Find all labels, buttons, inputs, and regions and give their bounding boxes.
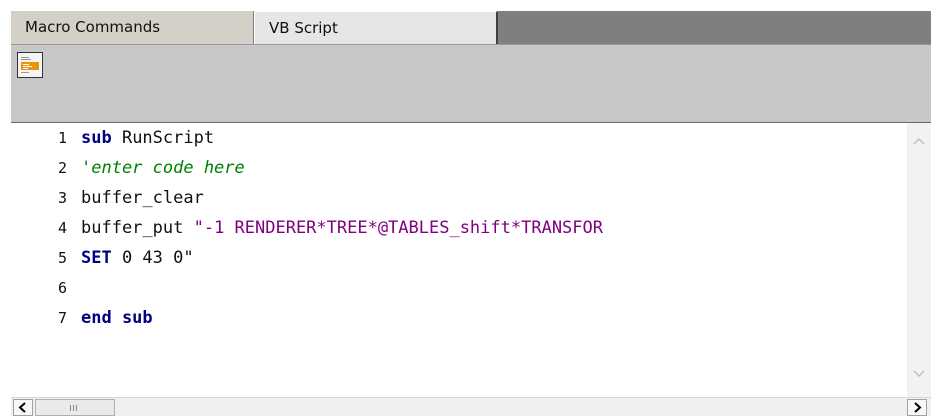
code-token: buffer_put	[81, 218, 194, 238]
tab-strip: Macro Commands VB Script	[11, 11, 931, 44]
chevron-right-icon	[914, 402, 922, 413]
scroll-left-button[interactable]	[13, 399, 33, 416]
horizontal-scrollbar[interactable]	[11, 397, 931, 416]
line-number: 7	[57, 309, 67, 327]
script-editor-panel: Macro Commands VB Script 1 2 3 4 5 6 7 s…	[11, 11, 931, 416]
code-line: end sub	[81, 303, 153, 333]
code-text-area[interactable]: sub RunScript 'enter code here buffer_cl…	[81, 123, 903, 397]
keyword-token: end sub	[81, 308, 153, 328]
scroll-up-button[interactable]	[907, 129, 931, 153]
keyword-token: SET	[81, 248, 112, 268]
chevron-up-icon	[913, 137, 925, 145]
code-line: 'enter code here	[81, 153, 245, 183]
code-line: SET 0 43 0"	[81, 243, 194, 273]
code-line: buffer_clear	[81, 183, 204, 213]
tab-vb-script[interactable]: VB Script	[254, 11, 498, 44]
line-number: 4	[57, 219, 67, 237]
line-number: 6	[57, 279, 67, 297]
toolbar	[11, 44, 931, 122]
grip-icon	[70, 405, 77, 411]
keyword-token: sub	[81, 128, 112, 148]
line-number: 1	[57, 129, 67, 147]
chevron-left-icon	[18, 402, 26, 413]
string-token: "-1 RENDERER*TREE*@TABLES_shift*TRANSFOR	[193, 218, 603, 238]
line-number-gutter: 1 2 3 4 5 6 7	[11, 123, 80, 397]
line-number: 2	[57, 159, 67, 177]
vertical-scrollbar[interactable]	[907, 123, 931, 397]
line-number: 5	[57, 249, 67, 267]
code-token: RunScript	[111, 128, 215, 148]
comment-token: 'enter code here	[81, 158, 245, 178]
code-token: 0 43 0"	[111, 248, 194, 268]
scroll-thumb[interactable]	[35, 399, 115, 416]
script-editor-icon	[20, 55, 40, 75]
code-line: sub RunScript	[81, 123, 214, 153]
code-line: buffer_put "-1 RENDERER*TREE*@TABLES_shi…	[81, 213, 603, 243]
chevron-down-icon	[913, 370, 925, 378]
tab-label: VB Script	[269, 19, 338, 37]
tab-macro-commands[interactable]: Macro Commands	[11, 11, 254, 44]
code-token: buffer_clear	[81, 188, 204, 208]
code-editor[interactable]: 1 2 3 4 5 6 7 sub RunScript 'enter code …	[11, 122, 931, 397]
scroll-right-button[interactable]	[907, 399, 927, 416]
tab-label: Macro Commands	[25, 18, 161, 36]
line-number: 3	[57, 189, 67, 207]
script-editor-button[interactable]	[17, 52, 43, 78]
scroll-down-button[interactable]	[907, 361, 931, 385]
